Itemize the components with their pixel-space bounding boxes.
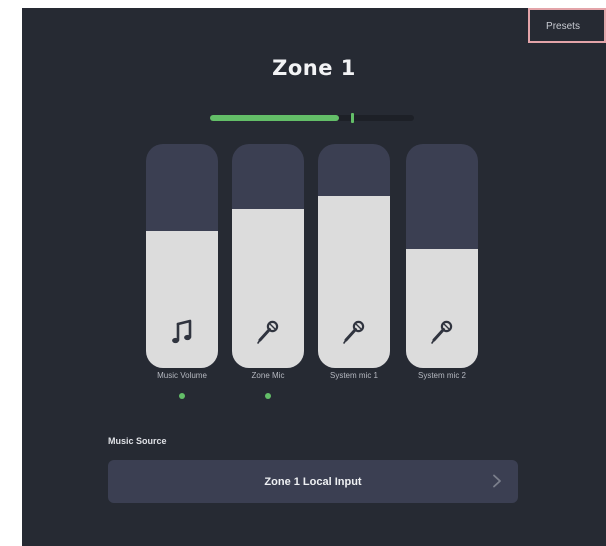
music-source-value: Zone 1 Local Input <box>264 475 362 488</box>
presets-button[interactable]: Presets <box>528 8 606 43</box>
microphone-icon <box>431 320 453 344</box>
presets-button-label: Presets <box>546 21 580 32</box>
fader-music-volume[interactable] <box>146 144 218 368</box>
zone-title: Zone 1 <box>272 56 356 80</box>
output-level-meter <box>210 113 414 123</box>
fader-zone-mic[interactable] <box>232 144 304 368</box>
music-note-icon <box>172 319 192 344</box>
fader-label-system-mic-1: System mic 1 <box>329 371 378 380</box>
output-level-fill <box>210 115 339 121</box>
chevron-right-icon <box>493 474 501 488</box>
fader-label-system-mic-2: System mic 2 <box>417 371 466 380</box>
fader-system-mic-1[interactable] <box>318 144 390 368</box>
fader-music-volume-fill <box>146 231 218 368</box>
fader-system-mic-2-fill <box>406 249 478 368</box>
output-level-peak-marker <box>350 113 354 123</box>
active-indicator-music-volume <box>179 393 185 399</box>
microphone-icon <box>343 320 365 344</box>
music-source-label: Music Source <box>108 436 167 446</box>
fader-label-music-volume: Music Volume <box>157 371 207 380</box>
active-indicator-zone-mic <box>265 393 271 399</box>
zone-control-panel: Presets Zone 1 Music Volume Zone Mic Sys… <box>22 8 606 546</box>
fader-system-mic-2[interactable] <box>406 144 478 368</box>
microphone-icon <box>257 320 279 344</box>
fader-label-zone-mic: Zone Mic <box>251 371 285 380</box>
music-source-selector[interactable]: Zone 1 Local Input <box>108 460 518 503</box>
